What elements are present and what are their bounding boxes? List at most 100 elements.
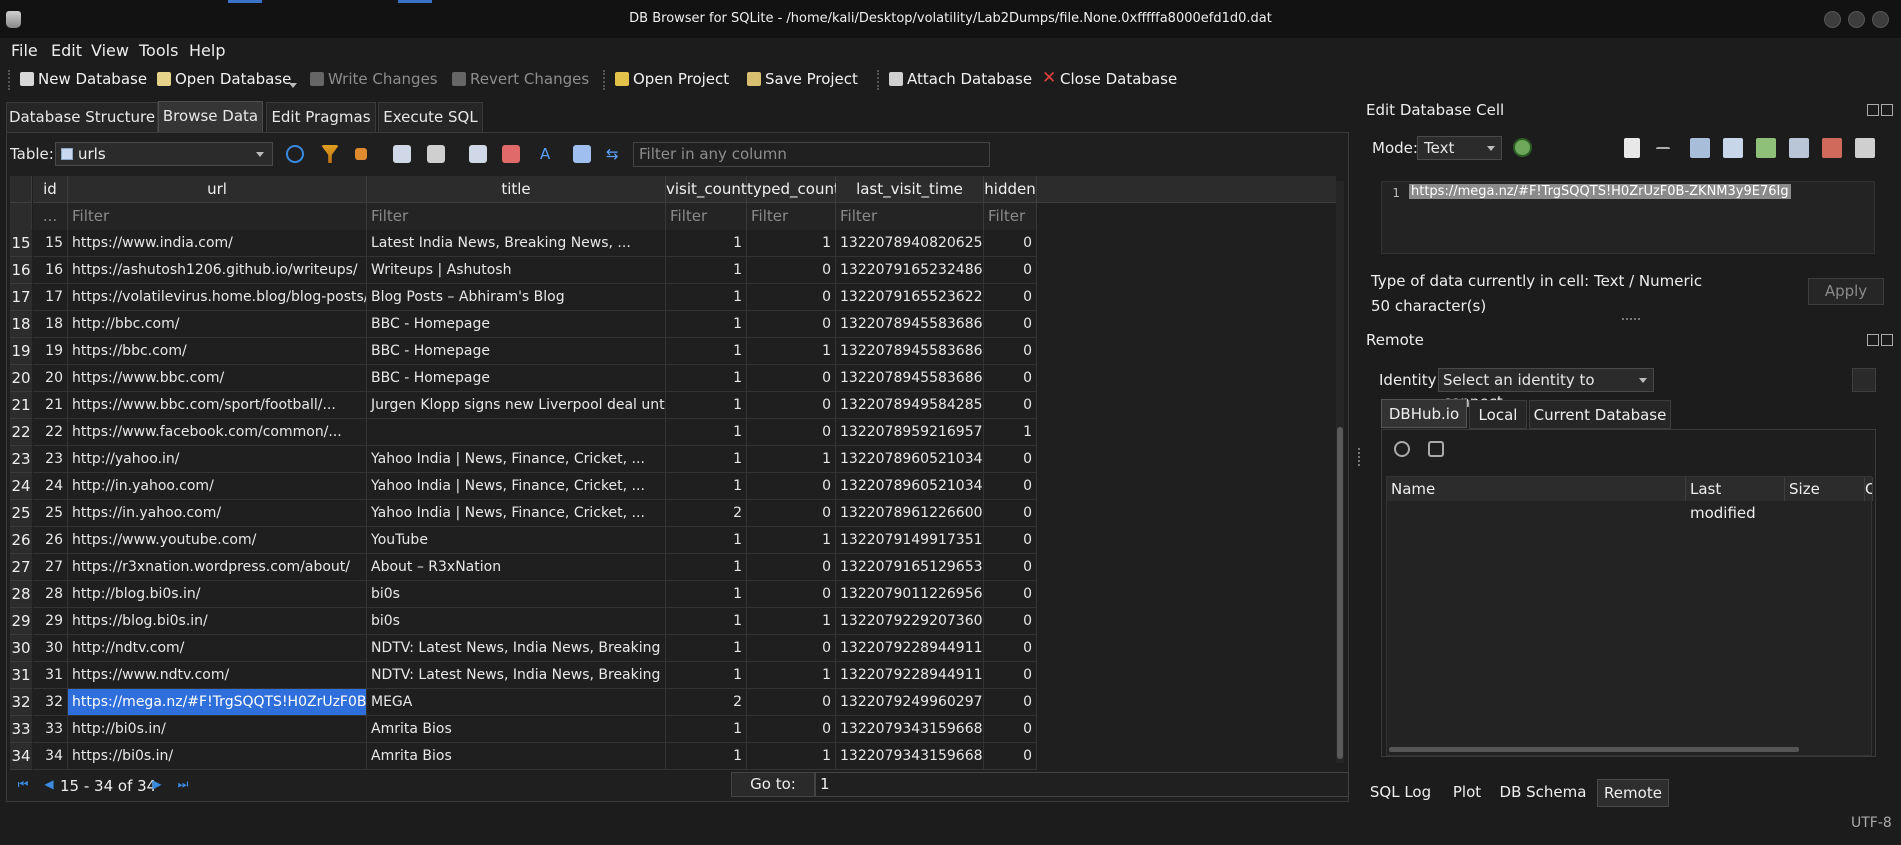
cell-title[interactable]: Yahoo India | News, Finance, Cricket, ..… (367, 473, 666, 500)
column-header-id[interactable]: id (33, 176, 68, 203)
menu-view[interactable]: View (91, 38, 129, 64)
cell-last-visit-time[interactable]: 13220793431596681 (836, 716, 984, 743)
clear-cell-icon[interactable] (1822, 138, 1842, 158)
cell-last-visit-time[interactable]: 13220789605210345 (836, 473, 984, 500)
cell-url[interactable]: https://in.yahoo.com/ (68, 500, 367, 527)
open-database-dropdown-icon[interactable] (289, 83, 297, 88)
cell-hidden[interactable]: 0 (984, 743, 1037, 770)
cell-visit-count[interactable]: 2 (666, 500, 747, 527)
row-number[interactable]: 30 (10, 635, 32, 662)
cell-id[interactable]: 22 (33, 419, 68, 446)
cell-visit-count[interactable]: 1 (666, 365, 747, 392)
cell-visit-count[interactable]: 1 (666, 527, 747, 554)
cell-visit-count[interactable]: 1 (666, 662, 747, 689)
cell-url[interactable]: https://bi0s.in/ (68, 743, 367, 770)
cell-hidden[interactable]: 0 (984, 338, 1037, 365)
cell-last-visit-time[interactable]: 13220793431596681 (836, 743, 984, 770)
open-project-button[interactable]: Open Project (613, 68, 729, 90)
revert-changes-button[interactable]: Revert Changes (450, 68, 589, 90)
cell-id[interactable]: 31 (33, 662, 68, 689)
row-number[interactable]: 15 (10, 230, 32, 257)
cell-visit-count[interactable]: 1 (666, 554, 747, 581)
cell-hidden[interactable]: 0 (984, 257, 1037, 284)
cell-typed-count[interactable]: 0 (747, 716, 836, 743)
delete-record-icon[interactable] (502, 145, 520, 163)
column-header-last-visit-time[interactable]: last_visit_time (836, 176, 984, 203)
tab-remote[interactable]: Remote (1597, 779, 1669, 807)
corner-header[interactable] (10, 176, 32, 203)
cell-last-visit-time[interactable]: 13220789605210345 (836, 446, 984, 473)
cell-hidden[interactable]: 0 (984, 581, 1037, 608)
tab-edit-pragmas[interactable]: Edit Pragmas (266, 102, 376, 132)
tab-dbhub[interactable]: DBHub.io (1381, 399, 1467, 428)
cell-hidden[interactable]: 0 (984, 689, 1037, 716)
cell-url[interactable]: https://www.youtube.com/ (68, 527, 367, 554)
cell-hidden[interactable]: 0 (984, 527, 1037, 554)
document-icon[interactable] (1624, 138, 1640, 158)
cell-typed-count[interactable]: 0 (747, 365, 836, 392)
cell-last-visit-time[interactable]: 13220789408206258 (836, 230, 984, 257)
cell-title[interactable]: bi0s (367, 608, 666, 635)
tab-plot[interactable]: Plot (1437, 779, 1497, 807)
cell-typed-count[interactable]: 1 (747, 230, 836, 257)
column-header-visit-count[interactable]: visit_count (666, 176, 747, 203)
cell-url[interactable]: http://ndtv.com/ (68, 635, 367, 662)
cell-typed-count[interactable]: 0 (747, 635, 836, 662)
cell-title[interactable]: BBC - Homepage (367, 311, 666, 338)
cell-title[interactable]: Writeups | Ashutosh (367, 257, 666, 284)
cell-url[interactable]: http://bi0s.in/ (68, 716, 367, 743)
column-header-typed-count[interactable]: typed_count (747, 176, 840, 203)
attach-database-button[interactable]: Attach Database (887, 68, 1032, 90)
row-number[interactable]: 34 (10, 743, 32, 770)
cell-editor[interactable]: 1 https://mega.nz/#F!TrgSQQTS!H0ZrUzF0B-… (1381, 181, 1875, 254)
filter-input-visit-count[interactable]: Filter (666, 203, 747, 230)
close-database-button[interactable]: ✕ Close Database (1040, 68, 1177, 90)
cell-last-visit-time[interactable]: 13220789455836868 (836, 311, 984, 338)
scrollbar-thumb[interactable] (1337, 427, 1343, 759)
cell-last-visit-time[interactable]: 13220791652324863 (836, 257, 984, 284)
cell-hidden[interactable]: 0 (984, 230, 1037, 257)
cell-typed-count[interactable]: 1 (747, 446, 836, 473)
cell-id[interactable]: 17 (33, 284, 68, 311)
filter-input-url[interactable]: Filter (68, 203, 367, 230)
cell-hidden[interactable]: 0 (984, 662, 1037, 689)
cell-typed-count[interactable]: 0 (747, 311, 836, 338)
row-number[interactable]: 17 (10, 284, 32, 311)
cell-id[interactable]: 28 (33, 581, 68, 608)
cell-hidden[interactable]: 0 (984, 635, 1037, 662)
database-icon[interactable] (1852, 368, 1876, 392)
menu-edit[interactable]: Edit (51, 38, 82, 64)
print-cell-icon[interactable] (1855, 138, 1875, 158)
cell-typed-count[interactable]: 1 (747, 338, 836, 365)
cell-typed-count[interactable]: 1 (747, 608, 836, 635)
cell-visit-count[interactable]: 2 (666, 689, 747, 716)
tab-db-schema[interactable]: DB Schema (1498, 779, 1588, 807)
cell-hidden[interactable]: 0 (984, 392, 1037, 419)
cell-url[interactable]: https://www.ndtv.com/ (68, 662, 367, 689)
cell-title[interactable] (367, 419, 666, 446)
cell-id[interactable]: 15 (33, 230, 68, 257)
filter-input-id[interactable]: ... (33, 203, 68, 230)
cell-url[interactable]: https://www.india.com/ (68, 230, 367, 257)
cell-typed-count[interactable]: 0 (747, 284, 836, 311)
cell-id[interactable]: 23 (33, 446, 68, 473)
cell-url[interactable]: https://www.facebook.com/common/... (68, 419, 367, 446)
cell-typed-count[interactable]: 0 (747, 419, 836, 446)
cell-id[interactable]: 19 (33, 338, 68, 365)
table-select[interactable]: urls (55, 142, 273, 166)
row-number[interactable]: 21 (10, 392, 32, 419)
cell-hidden[interactable]: 0 (984, 284, 1037, 311)
row-number[interactable]: 28 (10, 581, 32, 608)
filter-input-typed-count[interactable]: Filter (747, 203, 836, 230)
row-number[interactable]: 27 (10, 554, 32, 581)
cell-typed-count[interactable]: 0 (747, 500, 836, 527)
cell-typed-count[interactable]: 0 (747, 581, 836, 608)
first-page-icon[interactable]: ⏮ (16, 777, 30, 791)
cell-last-visit-time[interactable]: 13220790112269568 (836, 581, 984, 608)
cell-id[interactable]: 20 (33, 365, 68, 392)
print-icon[interactable] (427, 145, 445, 163)
cell-last-visit-time[interactable]: 13220791655236223 (836, 284, 984, 311)
cell-typed-count[interactable]: 0 (747, 257, 836, 284)
menu-help[interactable]: Help (189, 38, 225, 64)
cell-id[interactable]: 32 (33, 689, 68, 716)
